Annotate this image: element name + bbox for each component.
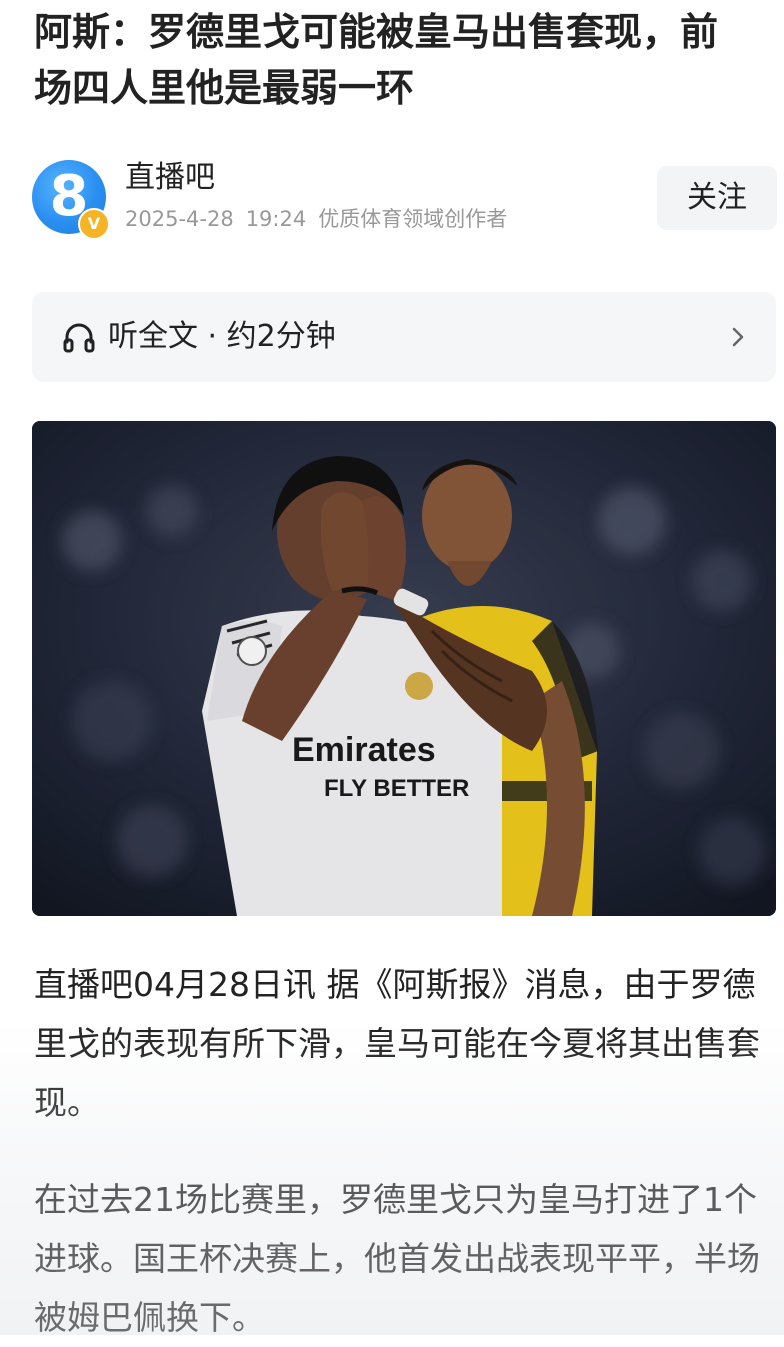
headphone-icon (63, 323, 95, 353)
listen-full-article-bar[interactable]: 听全文 · 约2分钟 (32, 292, 776, 382)
football-player-photo: Emirates FLY BETTER (32, 421, 776, 916)
avatar[interactable]: 8 V (32, 160, 110, 240)
article-paragraph-2: 在过去21场比赛里，罗德里戈只为皇马打进了1个进球。国王杯决赛上，他首发出战表现… (34, 1180, 760, 1337)
chevron-right-icon (732, 327, 744, 347)
author-name[interactable]: 直播吧 (125, 158, 215, 198)
article-paragraph-1: 直播吧04月28日讯 据《阿斯报》消息，由于罗德里戈的表现有所下滑，皇马可能在今… (34, 965, 760, 1122)
author-row: 8 V 直播吧 2025-4-28 19:24 优质体育领域创作者 关注 (32, 156, 777, 240)
author-meta: 2025-4-28 19:24 优质体育领域创作者 (125, 204, 519, 234)
publish-date: 2025-4-28 (125, 207, 234, 231)
verified-badge-icon: V (78, 208, 110, 240)
publish-time: 19:24 (245, 207, 307, 231)
author-tag: 优质体育领域创作者 (318, 207, 508, 231)
follow-button[interactable]: 关注 (657, 166, 777, 230)
article-photo[interactable]: Emirates FLY BETTER (32, 421, 776, 916)
listen-label: 听全文 · 约2分钟 (108, 319, 336, 354)
article-title: 阿斯：罗德里戈可能被皇马出售套现，前场四人里他是最弱一环 (34, 10, 719, 110)
